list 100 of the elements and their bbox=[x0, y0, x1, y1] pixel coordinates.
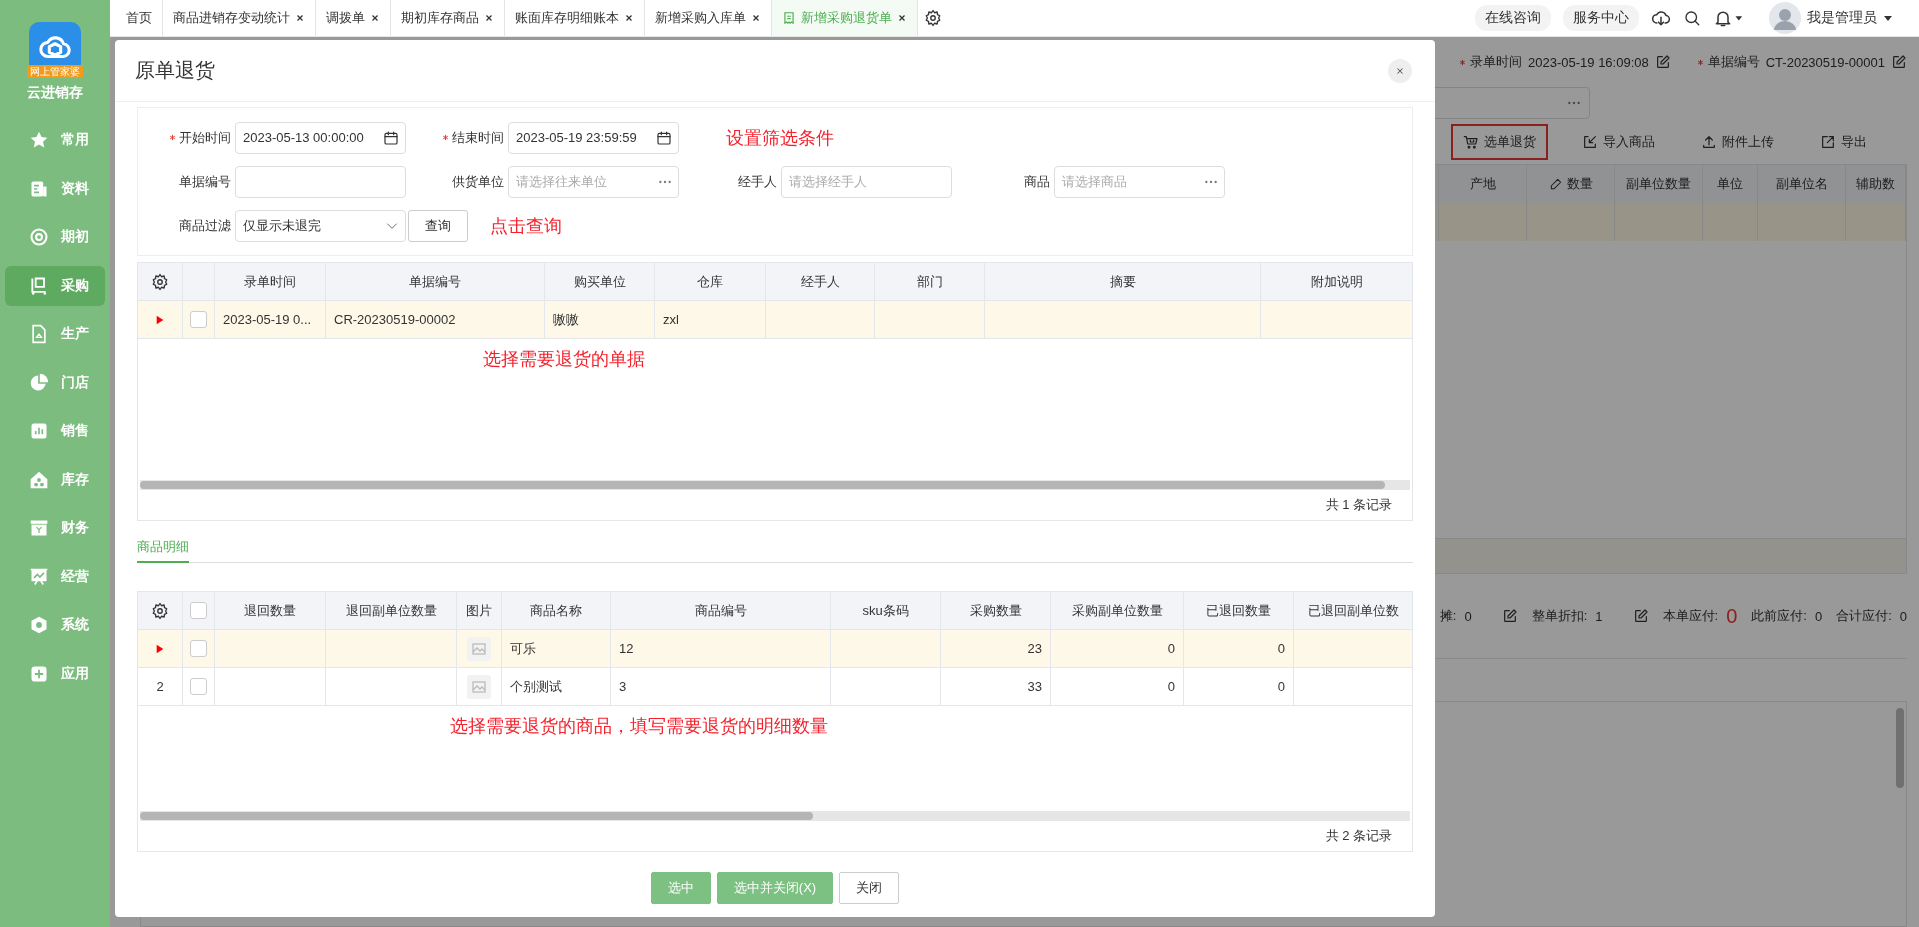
close-icon[interactable] bbox=[370, 13, 380, 23]
column-header: 采购副单位数量 bbox=[1051, 592, 1184, 629]
scrollbar[interactable] bbox=[140, 811, 1410, 821]
checkbox[interactable] bbox=[190, 678, 207, 695]
column-header: 仓库 bbox=[655, 263, 766, 300]
calendar-icon bbox=[656, 129, 672, 146]
column-header: sku条码 bbox=[831, 592, 941, 629]
edit-icon[interactable] bbox=[1891, 54, 1907, 70]
receipt-icon bbox=[782, 11, 796, 25]
close-button[interactable]: 关闭 bbox=[839, 872, 900, 904]
column-header: 部门 bbox=[875, 263, 985, 300]
tab[interactable]: 调拨单 bbox=[316, 0, 391, 36]
header-button[interactable]: 服务中心 bbox=[1563, 5, 1639, 31]
table-cell: 33 bbox=[941, 668, 1051, 705]
total-label: 整单折扣: bbox=[1531, 607, 1588, 625]
checkbox[interactable] bbox=[190, 640, 207, 657]
bar-chart-icon bbox=[29, 421, 49, 441]
column-header: 单据编号 bbox=[326, 263, 545, 300]
import-icon bbox=[1582, 133, 1598, 150]
table-cell: CR-20230519-00002 bbox=[326, 301, 545, 338]
close-icon[interactable] bbox=[484, 13, 494, 23]
settings-icon[interactable] bbox=[924, 9, 942, 27]
cloud-download-icon[interactable] bbox=[1651, 8, 1671, 28]
toolbar-button[interactable]: 导出 bbox=[1808, 123, 1879, 160]
file-icon bbox=[29, 324, 49, 344]
app-name: 云进销存 bbox=[27, 84, 83, 102]
annotation-text: 设置筛选条件 bbox=[726, 126, 834, 150]
field-label: 单据编号 bbox=[178, 172, 232, 191]
user-name[interactable]: 我是管理员 bbox=[1807, 9, 1877, 27]
tab[interactable]: 商品进销存变动统计 bbox=[163, 0, 316, 36]
calendar-icon bbox=[383, 129, 399, 146]
edit-icon[interactable] bbox=[1632, 608, 1649, 624]
table-cell: 嗷嗷 bbox=[545, 301, 655, 338]
tab[interactable]: 首页 bbox=[116, 0, 163, 36]
toolbar-button[interactable]: 选单退货 bbox=[1451, 123, 1548, 160]
table-row[interactable]: 2023-05-19 0... CR-20230519-00002 嗷嗷 zxl bbox=[138, 301, 1412, 339]
checkbox[interactable] bbox=[190, 311, 207, 328]
logo-badge: 网上管家婆 bbox=[27, 65, 83, 78]
input-field[interactable]: 2023-05-19 23:59:59 bbox=[508, 121, 679, 154]
tab[interactable]: 账面库存明细账本 bbox=[505, 0, 645, 36]
edit-icon[interactable] bbox=[1654, 54, 1671, 70]
column-header: 摘要 bbox=[985, 263, 1261, 300]
required-icon bbox=[1459, 58, 1466, 66]
field-value: CT-20230519-00001 bbox=[1765, 54, 1885, 70]
table-row[interactable]: 2 个别测试 3 33 0 0 bbox=[138, 668, 1412, 706]
total-value: 0 bbox=[1726, 604, 1738, 628]
column-header: 商品名称 bbox=[502, 592, 611, 629]
wallet-icon bbox=[29, 518, 49, 538]
current-row-icon bbox=[155, 313, 165, 326]
table-cell: 可乐 bbox=[502, 630, 611, 667]
table-cell: zxl bbox=[655, 301, 766, 338]
annotation-text: 选择需要退货的商品，填写需要退货的明细数量 bbox=[450, 716, 828, 736]
close-icon[interactable] bbox=[897, 13, 907, 23]
total-label: 摊: bbox=[1439, 607, 1457, 625]
total-value: 0 bbox=[1899, 608, 1907, 624]
avatar-icon[interactable] bbox=[1769, 2, 1801, 34]
scrollbar[interactable] bbox=[1896, 708, 1904, 788]
toolbar-button[interactable]: 附件上传 bbox=[1689, 123, 1786, 160]
table-row[interactable]: 可乐 12 23 0 0 bbox=[138, 630, 1412, 668]
field-value: 2023-05-19 16:09:08 bbox=[1528, 54, 1649, 70]
column-header: 录单时间 bbox=[215, 263, 326, 300]
column-header: 退回副单位数量 bbox=[326, 592, 457, 629]
export-icon bbox=[1820, 133, 1836, 150]
field-label: 经手人 bbox=[737, 172, 778, 191]
annotation-text: 选择需要退货的单据 bbox=[483, 349, 645, 369]
current-row-icon bbox=[155, 642, 165, 655]
input-field[interactable]: 2023-05-13 00:00:00 bbox=[235, 121, 406, 154]
field-label: 开始时间 bbox=[140, 128, 235, 147]
input-field[interactable] bbox=[235, 165, 406, 198]
close-icon[interactable] bbox=[624, 13, 634, 23]
tab[interactable]: 期初库存商品 bbox=[391, 0, 505, 36]
close-icon bbox=[1395, 65, 1405, 76]
dropdown[interactable]: 仅显示未退完 bbox=[235, 209, 406, 242]
field-label: 单据编号 bbox=[1696, 53, 1760, 71]
total-value: 0 bbox=[1814, 608, 1823, 624]
total-label: 此前应付: bbox=[1751, 607, 1807, 625]
settings-icon[interactable] bbox=[151, 601, 169, 620]
record-count: 共 2 条记录 bbox=[1325, 827, 1392, 845]
target-icon bbox=[29, 227, 49, 247]
query-button[interactable]: 查询 bbox=[408, 209, 468, 242]
settings-icon[interactable] bbox=[151, 272, 169, 291]
caret-icon[interactable] bbox=[1883, 14, 1893, 22]
close-icon[interactable] bbox=[751, 13, 761, 23]
search-icon[interactable] bbox=[1683, 9, 1701, 27]
close-icon[interactable] bbox=[295, 13, 305, 23]
pencil-icon bbox=[1548, 177, 1563, 191]
scrollbar[interactable] bbox=[140, 480, 1410, 490]
header-button[interactable]: 在线咨询 bbox=[1475, 5, 1551, 31]
field-label: 商品过滤 bbox=[178, 216, 232, 235]
column-header: 购买单位 bbox=[545, 263, 655, 300]
column-header: 已退回数量 bbox=[1184, 592, 1294, 629]
checkbox[interactable] bbox=[190, 602, 207, 619]
column-header: 附加说明 bbox=[1261, 263, 1413, 300]
upload-icon bbox=[1701, 133, 1717, 150]
toolbar-button[interactable]: 导入商品 bbox=[1570, 123, 1667, 160]
cart-frame-icon bbox=[29, 275, 49, 296]
required-icon bbox=[442, 134, 449, 141]
required-icon bbox=[169, 134, 176, 141]
edit-icon[interactable] bbox=[1501, 608, 1518, 624]
field-label: 商品 bbox=[1023, 172, 1051, 191]
